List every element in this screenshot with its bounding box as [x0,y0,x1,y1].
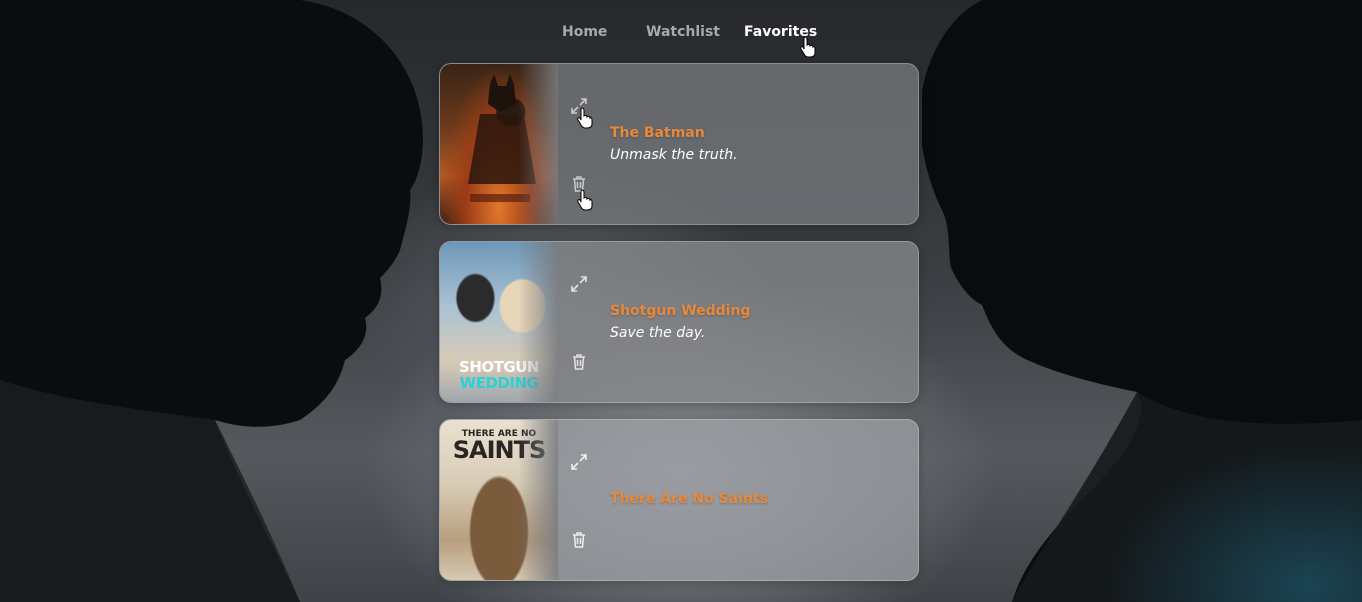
movie-tagline: Unmask the truth. [610,147,738,163]
background-silhouette-left [0,0,423,602]
expand-icon[interactable] [570,275,588,293]
trash-icon[interactable] [570,353,588,371]
movie-title[interactable]: There Are No Saints [610,491,768,507]
movie-title[interactable]: The Batman [610,125,705,141]
nav-home[interactable]: Home [562,24,607,40]
the-batman-poster [440,64,558,224]
trash-icon[interactable] [570,175,588,193]
top-nav: Home Watchlist Favorites [0,24,1362,44]
there-are-no-saints-poster: THERE ARE NO SAINTS [440,420,558,580]
favorite-card: THERE ARE NO SAINTS There Are No Saints [439,419,919,581]
background-glow [1102,442,1362,602]
poster-title-line: SHOTGUN [459,358,539,376]
favorite-card: SHOTGUN WEDDING Shotgun Wedding Save the… [439,241,919,403]
poster-title-line: WEDDING [459,374,539,392]
expand-icon[interactable] [570,97,588,115]
nav-favorites[interactable]: Favorites [744,24,817,40]
shotgun-wedding-poster: SHOTGUN WEDDING [440,242,558,402]
movie-title[interactable]: Shotgun Wedding [610,303,750,319]
poster-title-line: SAINTS [452,436,547,464]
nav-watchlist[interactable]: Watchlist [646,24,720,40]
movie-tagline: Save the day. [610,325,706,341]
favorite-card: The Batman Unmask the truth. [439,63,919,225]
expand-icon[interactable] [570,453,588,471]
trash-icon[interactable] [570,531,588,549]
